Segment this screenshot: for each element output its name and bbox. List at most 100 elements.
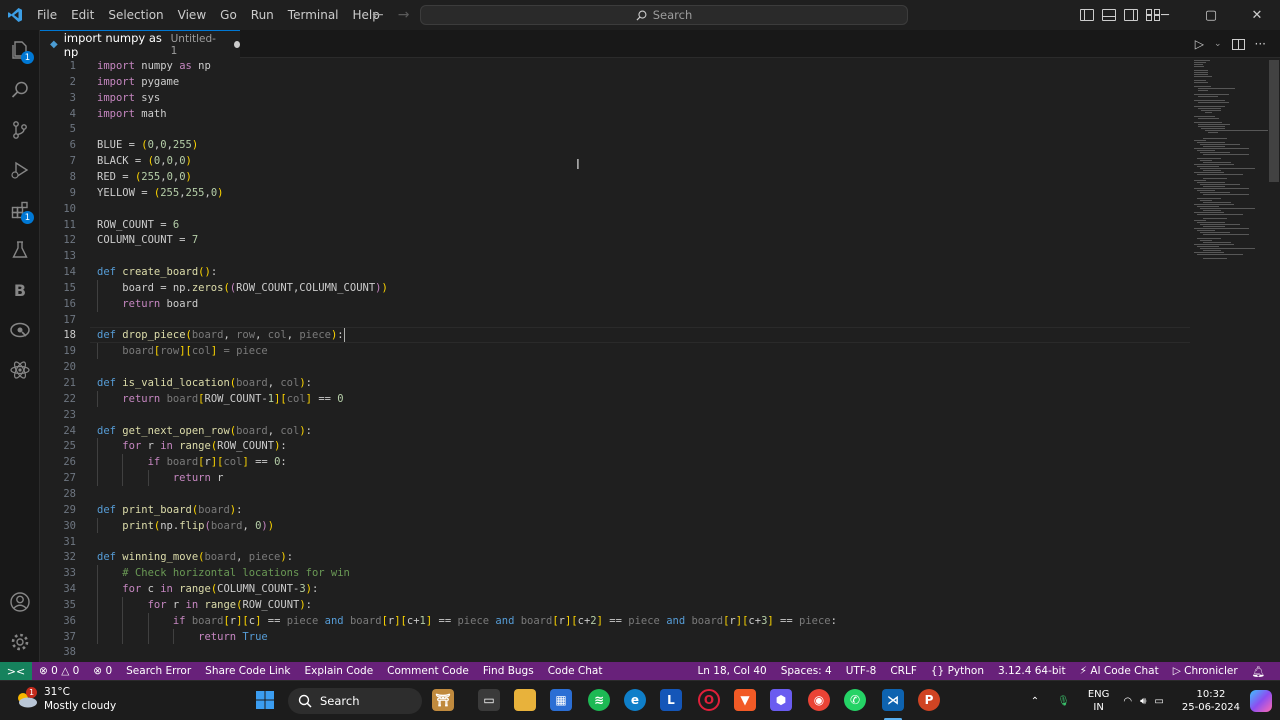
react-extension-icon[interactable]	[8, 358, 32, 382]
l-app-icon[interactable]: L	[660, 689, 682, 711]
search-icon[interactable]	[8, 78, 32, 102]
menu-file[interactable]: File	[30, 0, 64, 30]
end-of-line[interactable]: CRLF	[883, 665, 924, 677]
remote-indicator-icon[interactable]: ><	[0, 662, 32, 680]
command-center-search[interactable]: Search	[420, 5, 908, 25]
code-line[interactable]: 37 return True	[40, 629, 1190, 645]
close-icon[interactable]: ✕	[1234, 0, 1280, 30]
code-line[interactable]: 12 COLUMN_COUNT = 7	[40, 232, 1190, 248]
code-line[interactable]: 30 print(np.flip(board, 0))	[40, 518, 1190, 534]
opera-icon[interactable]: O	[698, 689, 720, 711]
toggle-primary-sidebar-icon[interactable]	[1080, 9, 1094, 21]
microphone-icon[interactable]: 🎙︎	[1049, 696, 1078, 707]
explorer-icon[interactable]: 1	[8, 38, 34, 64]
microsoft-store-icon[interactable]: ▦	[550, 689, 572, 711]
back-arrow-icon[interactable]: ←	[372, 7, 384, 23]
code-line[interactable]: 5	[40, 121, 1190, 137]
run-debug-icon[interactable]	[8, 158, 32, 182]
code-line[interactable]: 22 return board[ROW_COUNT-1][col] == 0	[40, 391, 1190, 407]
notifications-bell-icon[interactable]: 🔔︎	[1245, 665, 1272, 678]
indentation[interactable]: Spaces: 4	[774, 665, 839, 677]
code-line[interactable]: 35 for r in range(ROW_COUNT):	[40, 597, 1190, 613]
unsaved-dot-icon[interactable]	[233, 41, 240, 48]
testing-flask-icon[interactable]	[8, 238, 32, 262]
code-line[interactable]: 28	[40, 486, 1190, 502]
task-view-icon[interactable]: ▭	[478, 689, 500, 711]
code-line[interactable]: 3 import sys	[40, 90, 1190, 106]
gear-icon[interactable]	[8, 630, 32, 654]
copilot-icon[interactable]	[1250, 690, 1272, 712]
menu-edit[interactable]: Edit	[64, 0, 101, 30]
ai-code-chat[interactable]: ⚡ AI Code Chat	[1073, 665, 1166, 677]
code-line[interactable]: 29 def print_board(board):	[40, 502, 1190, 518]
status-code-chat[interactable]: Code Chat	[541, 665, 610, 677]
encoding[interactable]: UTF-8	[839, 665, 884, 677]
status-find-bugs[interactable]: Find Bugs	[476, 665, 541, 677]
powerpoint-icon[interactable]: P	[918, 689, 940, 711]
status-explain-code[interactable]: Explain Code	[298, 665, 381, 677]
code-line[interactable]: 27 return r	[40, 470, 1190, 486]
code-line[interactable]: 15 board = np.zeros((ROW_COUNT,COLUMN_CO…	[40, 280, 1190, 296]
source-control-icon[interactable]	[8, 118, 32, 142]
whatsapp-icon[interactable]: ✆	[844, 689, 866, 711]
weather-widget[interactable]: 1 31°C Mostly cloudy	[14, 685, 116, 713]
code-line[interactable]: 13	[40, 248, 1190, 264]
menu-go[interactable]: Go	[213, 0, 244, 30]
status-comment-code[interactable]: Comment Code	[380, 665, 476, 677]
code-line[interactable]: 38	[40, 644, 1190, 660]
vscode-taskbar-icon[interactable]: ⋊	[882, 689, 904, 711]
minimap[interactable]	[1188, 58, 1275, 662]
code-line[interactable]: 34 for c in range(COLUMN_COUNT-3):	[40, 581, 1190, 597]
code-line[interactable]: 25 for r in range(ROW_COUNT):	[40, 438, 1190, 454]
scrollbar-thumb[interactable]	[1269, 60, 1279, 182]
spotify-icon[interactable]: ≋	[588, 689, 610, 711]
code-line[interactable]: 7 BLACK = (0,0,0)	[40, 153, 1190, 169]
extensions-icon[interactable]: 1	[8, 198, 34, 224]
volume-icon[interactable]: 🔊︎	[1136, 696, 1150, 707]
account-icon[interactable]	[8, 590, 32, 614]
status-share-code-link[interactable]: Share Code Link	[198, 665, 297, 677]
split-editor-icon[interactable]	[1231, 38, 1245, 50]
code-line[interactable]: 26 if board[r][col] == 0:	[40, 454, 1190, 470]
menu-selection[interactable]: Selection	[101, 0, 170, 30]
toggle-panel-icon[interactable]	[1102, 9, 1116, 21]
code-line[interactable]: 16 return board	[40, 296, 1190, 312]
codium-extension-icon[interactable]	[8, 318, 32, 342]
wifi-icon[interactable]: ◠	[1119, 696, 1136, 707]
run-dropdown-chevron-icon[interactable]: ⌄	[1214, 39, 1222, 49]
language-mode[interactable]: {} Python	[924, 665, 991, 677]
code-line[interactable]: 4 import math	[40, 106, 1190, 122]
code-line[interactable]: 8 RED = (255,0,0)	[40, 169, 1190, 185]
file-explorer-icon[interactable]	[514, 689, 536, 711]
code-line[interactable]: 14 def create_board():	[40, 264, 1190, 280]
run-play-icon[interactable]: ▷	[1195, 37, 1204, 51]
chrome-icon[interactable]: ◉	[808, 689, 830, 711]
clock[interactable]: 10:32 25-06-2024	[1172, 688, 1250, 714]
toggle-secondary-sidebar-icon[interactable]	[1124, 9, 1138, 21]
minimize-icon[interactable]: ─	[1142, 0, 1188, 30]
menu-view[interactable]: View	[171, 0, 213, 30]
code-line[interactable]: 9 YELLOW = (255,255,0)	[40, 185, 1190, 201]
code-line[interactable]: 1 import numpy as np	[40, 58, 1190, 74]
menu-terminal[interactable]: Terminal	[281, 0, 346, 30]
windows-start-icon[interactable]	[254, 689, 276, 711]
code-line[interactable]: 21 def is_valid_location(board, col):	[40, 375, 1190, 391]
vertical-scrollbar[interactable]	[1268, 58, 1280, 662]
code-line[interactable]: 31	[40, 534, 1190, 550]
code-line[interactable]: 24 def get_next_open_row(board, col):	[40, 423, 1190, 439]
tray-overflow-chevron-icon[interactable]: ⌃	[1021, 696, 1049, 707]
code-editor[interactable]: 1 import numpy as np 2 import pygame 3 import…	[40, 58, 1268, 662]
python-interpreter[interactable]: 3.12.4 64-bit	[991, 665, 1073, 677]
forward-arrow-icon[interactable]: →	[398, 7, 410, 23]
maximize-icon[interactable]: ▢	[1188, 0, 1234, 30]
code-line[interactable]: 18 def drop_piece(board, row, col, piece)…	[40, 327, 1190, 343]
taskbar-search[interactable]: Search	[288, 688, 422, 714]
menu-run[interactable]: Run	[244, 0, 281, 30]
b-extension-icon[interactable]: B	[8, 278, 32, 302]
code-line[interactable]: 11 ROW_COUNT = 6	[40, 217, 1190, 233]
code-line[interactable]: 19 board[row][col] = piece	[40, 343, 1190, 359]
chronicler[interactable]: ▷ Chronicler	[1166, 665, 1245, 677]
code-line[interactable]: 23	[40, 407, 1190, 423]
code-line[interactable]: 36 if board[r][c] == piece and board[r][…	[40, 613, 1190, 629]
edge-icon[interactable]: e	[624, 689, 646, 711]
